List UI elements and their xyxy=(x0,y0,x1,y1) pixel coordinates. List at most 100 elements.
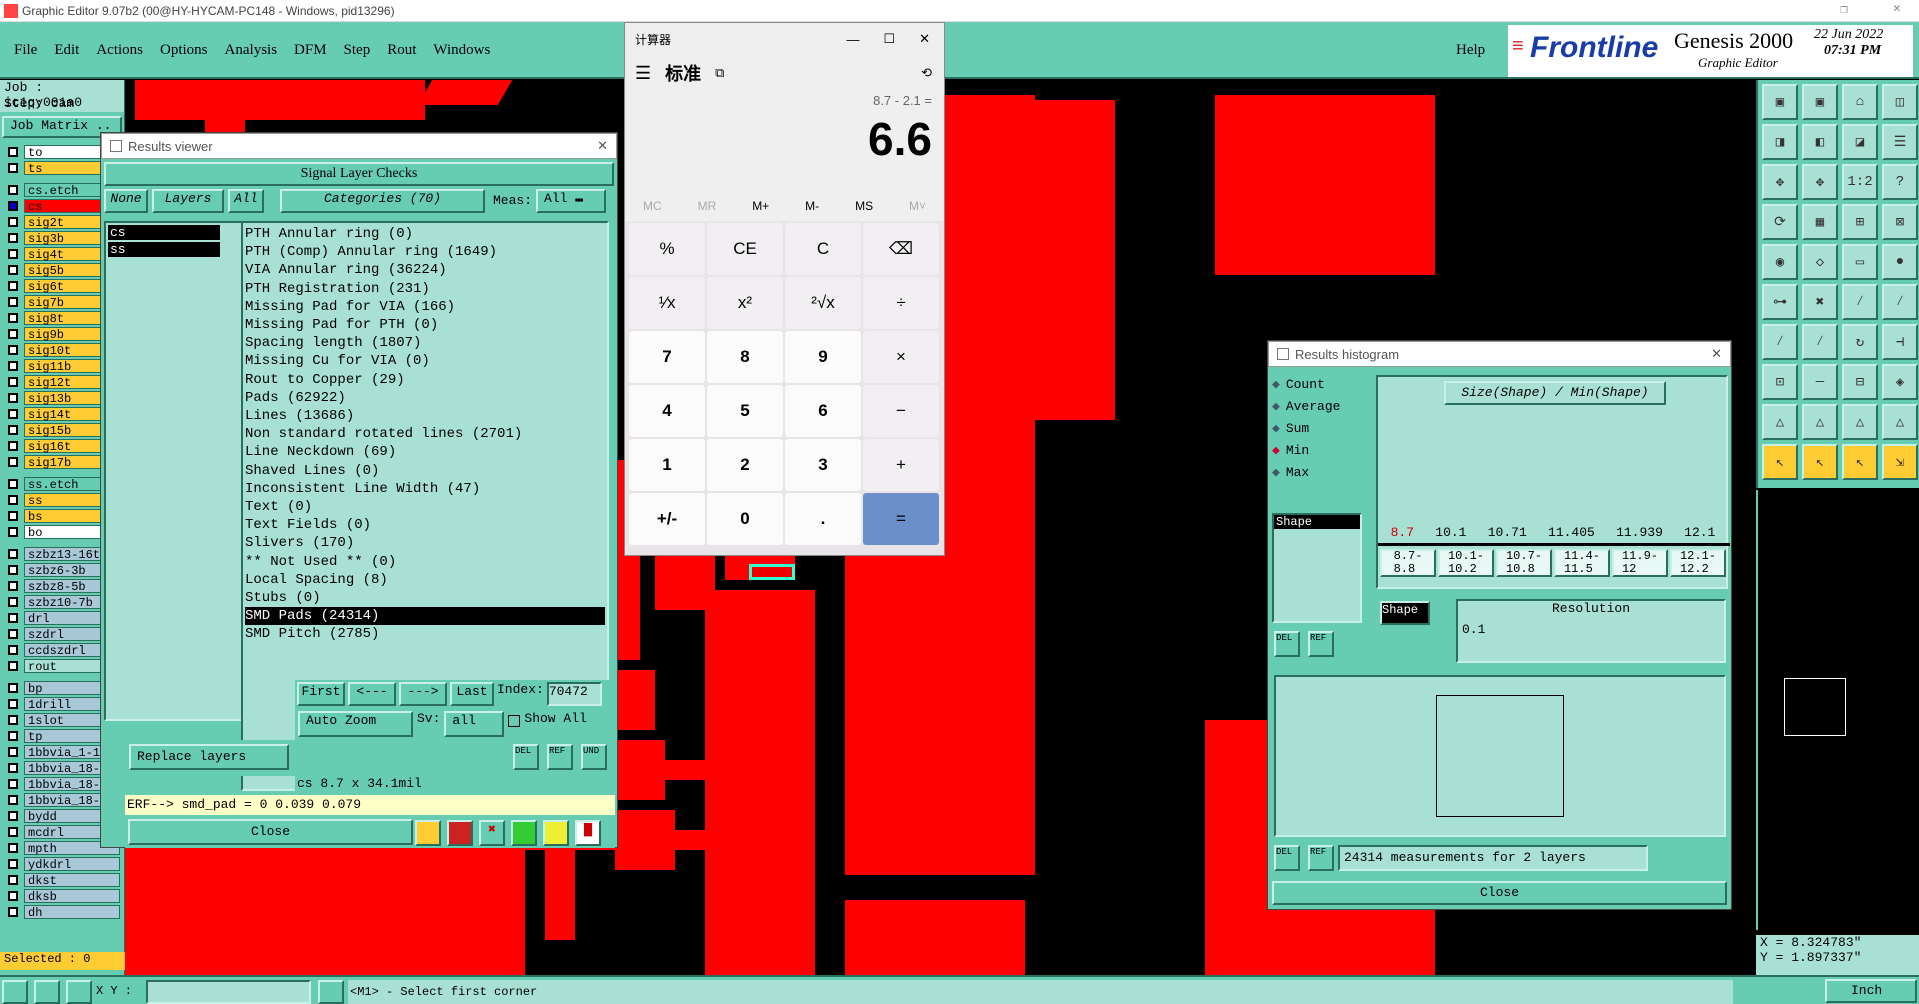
layer-result-item[interactable]: cs xyxy=(108,225,220,240)
memory-button[interactable]: M- xyxy=(805,199,819,213)
pointer-b-icon[interactable]: ↖ xyxy=(1802,444,1838,480)
histogram-option[interactable]: ◆ Count xyxy=(1272,373,1372,395)
layer-name[interactable]: dkst xyxy=(24,873,120,888)
category-item[interactable]: Stubs (0) xyxy=(245,589,605,607)
category-item[interactable]: Non standard rotated lines (2701) xyxy=(245,425,605,443)
category-item[interactable]: Shaved Lines (0) xyxy=(245,462,605,480)
minimize-icon[interactable]: — xyxy=(846,32,859,47)
calc-key[interactable]: 1 xyxy=(629,439,705,491)
category-item[interactable]: ** Not Used ** (0) xyxy=(245,553,605,571)
histogram-range[interactable]: 11.9- 12 xyxy=(1612,549,1668,577)
memory-button[interactable]: M˅ xyxy=(909,199,926,213)
home-icon[interactable]: ⌂ xyxy=(1842,84,1878,120)
center-icon[interactable]: ✥ xyxy=(1802,164,1838,200)
category-item[interactable]: PTH Annular ring (0) xyxy=(245,225,605,243)
layer-checkbox[interactable] xyxy=(8,613,18,623)
layer-checkbox[interactable] xyxy=(8,859,18,869)
category-item[interactable]: Missing Cu for VIA (0) xyxy=(245,352,605,370)
first-button[interactable]: First xyxy=(297,682,345,706)
chart-icon[interactable]: ▇ xyxy=(575,820,601,846)
calc-key[interactable]: 0 xyxy=(707,493,783,545)
replace-layers-button[interactable]: Replace layers xyxy=(129,744,289,770)
bracket-icon[interactable]: ⊣ xyxy=(1882,324,1918,360)
calc-key[interactable]: 9 xyxy=(785,331,861,383)
draw-icon[interactable]: ∕ xyxy=(1762,324,1798,360)
layer-checkbox[interactable] xyxy=(8,409,18,419)
del-icon[interactable]: DEL xyxy=(1274,845,1300,871)
calc-key[interactable]: % xyxy=(629,223,705,275)
show-all-checkbox[interactable] xyxy=(508,715,521,727)
layer-checkbox[interactable] xyxy=(8,479,18,489)
histogram-range[interactable]: 8.7- 8.8 xyxy=(1380,549,1436,577)
layer-checkbox[interactable] xyxy=(8,597,18,607)
layer-checkbox[interactable] xyxy=(8,827,18,837)
layer-checkbox[interactable] xyxy=(8,329,18,339)
layer-checkbox[interactable] xyxy=(8,297,18,307)
layer-checkbox[interactable] xyxy=(8,147,18,157)
snap-icon[interactable]: ⊞ xyxy=(1842,204,1878,240)
next-button[interactable]: ---> xyxy=(399,682,447,706)
layer-checkbox[interactable] xyxy=(8,249,18,259)
scale-icon[interactable]: 1:2 xyxy=(1842,164,1878,200)
connect-icon[interactable]: ⊶ xyxy=(1762,284,1798,320)
layer-checkbox[interactable] xyxy=(8,185,18,195)
cross-icon[interactable]: ✖ xyxy=(479,820,505,846)
category-item[interactable]: Text Fields (0) xyxy=(245,516,605,534)
delete-icon[interactable]: ✖ xyxy=(1802,284,1838,320)
layer-checkbox[interactable] xyxy=(8,779,18,789)
resolution-box[interactable]: Resolution 0.1 xyxy=(1456,599,1726,663)
tri-c-icon[interactable]: △ xyxy=(1842,404,1878,440)
auto-zoom-select[interactable]: Auto Zoom xyxy=(298,711,413,737)
calc-key[interactable]: x² xyxy=(707,277,783,329)
layer-checkbox[interactable] xyxy=(8,495,18,505)
category-item[interactable]: Spacing length (1807) xyxy=(245,334,605,352)
histogram-option[interactable]: ◆ Max xyxy=(1272,461,1372,483)
layer-checkbox[interactable] xyxy=(8,581,18,591)
layer-checkbox[interactable] xyxy=(8,875,18,885)
filter-icon[interactable] xyxy=(415,820,441,846)
frame-icon[interactable]: ⊟ xyxy=(1842,364,1878,400)
layer-checkbox[interactable] xyxy=(8,795,18,805)
histogram-range[interactable]: 10.7- 10.8 xyxy=(1496,549,1552,577)
menu-options[interactable]: Options xyxy=(160,42,208,59)
grid-icon[interactable]: ▦ xyxy=(1802,204,1838,240)
layers-button[interactable]: Layers xyxy=(152,189,224,213)
layer-checkbox[interactable] xyxy=(8,731,18,741)
histogram-shape-button[interactable]: Shape xyxy=(1380,601,1430,625)
calc-key[interactable]: ⌫ xyxy=(863,223,939,275)
pointer-c-icon[interactable]: ↖ xyxy=(1842,444,1878,480)
layer-name[interactable]: dksb xyxy=(24,889,120,904)
tri-b-icon[interactable]: △ xyxy=(1802,404,1838,440)
category-item[interactable]: Inconsistent Line Width (47) xyxy=(245,480,605,498)
maximize-icon[interactable]: ☐ xyxy=(883,31,895,47)
layer-checkbox[interactable] xyxy=(8,265,18,275)
layer-row[interactable]: dksb xyxy=(0,888,120,904)
calc-key[interactable]: × xyxy=(863,331,939,383)
calc-key[interactable]: 8 xyxy=(707,331,783,383)
arrow-icon[interactable]: ∕ xyxy=(1882,284,1918,320)
calc-key[interactable]: +/- xyxy=(629,493,705,545)
layer-checkbox[interactable] xyxy=(8,425,18,435)
layers-icon[interactable]: ◈ xyxy=(1882,364,1918,400)
layer-checkbox[interactable] xyxy=(8,233,18,243)
calc-key[interactable]: CE xyxy=(707,223,783,275)
calc-key[interactable]: 3 xyxy=(785,439,861,491)
ref-icon[interactable]: REF xyxy=(1308,631,1334,657)
category-item[interactable]: Line Neckdown (69) xyxy=(245,443,605,461)
layer-checkbox[interactable] xyxy=(8,549,18,559)
histogram-close-button[interactable]: Close xyxy=(1272,881,1727,905)
calc-key[interactable]: ÷ xyxy=(863,277,939,329)
open-icon[interactable]: ▣ xyxy=(1762,84,1798,120)
record-icon[interactable]: ◉ xyxy=(1762,244,1798,280)
help-menu[interactable]: Help xyxy=(1456,42,1485,59)
layer-checkbox[interactable] xyxy=(8,163,18,173)
layer-checkbox[interactable] xyxy=(8,683,18,693)
prev-button[interactable]: <--- xyxy=(348,682,396,706)
layer-checkbox[interactable] xyxy=(8,645,18,655)
calc-key[interactable]: 4 xyxy=(629,385,705,437)
select-tool-icon[interactable] xyxy=(2,980,28,1004)
close-icon[interactable]: ✕ xyxy=(597,138,608,154)
restore-icon[interactable]: ❐ xyxy=(1840,2,1848,17)
category-item[interactable]: Missing Pad for VIA (166) xyxy=(245,298,605,316)
right-icon[interactable]: ◧ xyxy=(1802,124,1838,160)
